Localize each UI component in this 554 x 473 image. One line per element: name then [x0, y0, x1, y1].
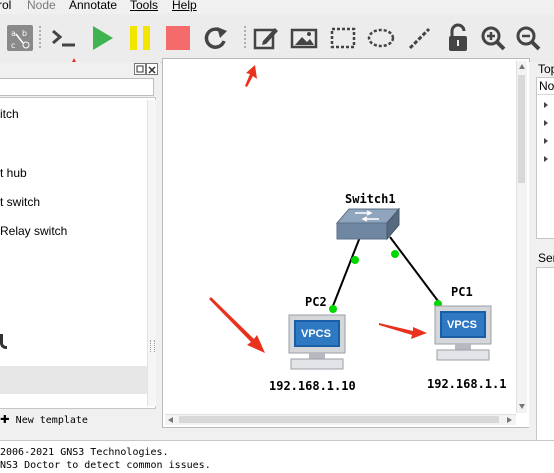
pc1-label[interactable]: PC1 — [451, 285, 473, 299]
link-status-dot — [351, 256, 359, 264]
dock-float-button[interactable] — [134, 63, 146, 75]
browse-devices-icon: a b c — [7, 25, 33, 51]
menu-control[interactable]: rol — [0, 0, 11, 12]
vpcs-text: VPCS — [447, 319, 477, 331]
pc2-ip-label[interactable]: 192.168.1.10 — [269, 379, 356, 393]
list-item[interactable]: Relay switch — [0, 224, 67, 238]
suspend-all-button[interactable] — [124, 22, 156, 54]
link-switch-pc2[interactable] — [330, 236, 361, 312]
red-arrow-annotation — [209, 297, 265, 353]
pc1-node[interactable]: VPCS — [433, 304, 495, 362]
float-icon — [136, 65, 144, 73]
zoom-out-icon — [516, 26, 541, 51]
device-list: itch t hub t switch Relay switch — [0, 97, 156, 409]
menu-help[interactable]: Help — [172, 0, 197, 12]
category-icon — [0, 334, 7, 349]
topology-summary-header[interactable]: No — [537, 78, 554, 95]
switch1-label[interactable]: Switch1 — [345, 192, 396, 206]
switch1-node[interactable] — [335, 207, 401, 243]
topology-summary-title: Top — [538, 62, 554, 76]
svg-text:b: b — [22, 29, 27, 38]
reload-all-icon — [204, 27, 227, 49]
list-item[interactable]: t hub — [0, 166, 27, 180]
pc2-node[interactable]: VPCS — [287, 313, 349, 371]
draw-line-icon — [408, 27, 431, 50]
console-all-button[interactable] — [47, 22, 79, 54]
vpcs-computer-icon — [434, 305, 492, 361]
console-line: 2006-2021 GNS3 Technologies. — [0, 447, 169, 458]
right-dock: Top No Ser — [529, 62, 554, 444]
topology-summary-panel: No — [536, 77, 554, 239]
dock-close-button[interactable] — [146, 63, 158, 75]
scroll-up-icon — [519, 64, 525, 69]
zoom-in-button[interactable] — [477, 22, 509, 54]
menu-annotate[interactable]: Annotate — [69, 0, 117, 12]
scroll-right-icon — [507, 417, 512, 423]
list-item[interactable]: itch — [0, 107, 19, 121]
lock-unlock-icon — [449, 23, 467, 51]
draw-ellipse-button[interactable] — [365, 22, 397, 54]
expand-icons[interactable] — [543, 100, 551, 170]
lock-unlock-button[interactable] — [442, 22, 474, 54]
scroll-left-icon — [168, 417, 173, 423]
add-note-button[interactable] — [250, 22, 282, 54]
svg-text:a: a — [11, 29, 16, 38]
vpcs-computer-icon — [288, 314, 346, 370]
toolbar-separator — [39, 26, 41, 50]
zoom-out-button[interactable] — [512, 22, 544, 54]
insert-image-button[interactable] — [288, 22, 320, 54]
browse-devices-button[interactable]: a b c — [4, 22, 36, 54]
scroll-grip-icon — [150, 340, 155, 352]
draw-line-button[interactable] — [403, 22, 435, 54]
stop-all-button[interactable] — [162, 22, 194, 54]
vpcs-text: VPCS — [301, 328, 331, 340]
red-arrow-annotation — [379, 323, 427, 339]
servers-summary-title: Ser — [538, 251, 554, 265]
suspend-all-icon — [130, 26, 150, 50]
console-line: NS3 Doctor to detect common issues. — [0, 460, 211, 471]
zoom-in-icon — [481, 26, 506, 51]
canvas-hscroll-thumb[interactable] — [179, 416, 499, 423]
toolbar-separator — [244, 26, 246, 50]
canvas-vscroll-thumb[interactable] — [518, 75, 525, 183]
menu-bar: rol Node Annotate Tools Help — [0, 0, 554, 14]
stop-all-icon — [166, 26, 190, 50]
new-template-label: New template — [15, 415, 88, 426]
draw-rectangle-icon — [330, 27, 356, 49]
insert-image-icon — [290, 28, 318, 49]
start-all-button[interactable] — [86, 22, 118, 54]
console-all-icon — [52, 29, 75, 47]
add-note-icon — [253, 28, 278, 50]
reload-all-button[interactable] — [199, 22, 231, 54]
console-panel[interactable]: 2006-2021 GNS3 Technologies. NS3 Doctor … — [0, 440, 554, 473]
canvas-vscrollbar[interactable] — [516, 61, 527, 413]
red-arrow-annotation — [245, 65, 257, 87]
pc2-label[interactable]: PC2 — [305, 295, 327, 309]
link-status-dot — [329, 305, 337, 313]
menu-node[interactable]: Node — [27, 0, 56, 12]
scroll-down-icon — [519, 404, 525, 409]
new-template-button[interactable]: ✚ New template — [0, 409, 88, 427]
list-item[interactable]: t switch — [0, 195, 40, 209]
start-all-icon — [93, 26, 113, 50]
plus-icon: ✚ — [0, 408, 10, 427]
topology-canvas[interactable]: Switch1 PC2 VPCS 192.168.1.10 PC1 VPCS 1… — [162, 58, 530, 428]
selected-category-row[interactable] — [0, 366, 155, 394]
link-switch-pc1[interactable] — [389, 236, 442, 306]
close-icon — [148, 66, 156, 74]
pc1-ip-label[interactable]: 192.168.1.1 — [427, 377, 506, 391]
device-filter-input[interactable] — [0, 78, 154, 96]
canvas-hscrollbar[interactable] — [165, 414, 516, 425]
draw-rectangle-button[interactable] — [327, 22, 359, 54]
draw-ellipse-icon — [367, 28, 395, 48]
servers-summary-panel — [536, 267, 554, 444]
menu-tools[interactable]: Tools — [130, 0, 158, 12]
svg-text:c: c — [11, 41, 15, 50]
link-status-dot — [391, 250, 399, 258]
device-list-scrollbar[interactable] — [147, 100, 156, 406]
